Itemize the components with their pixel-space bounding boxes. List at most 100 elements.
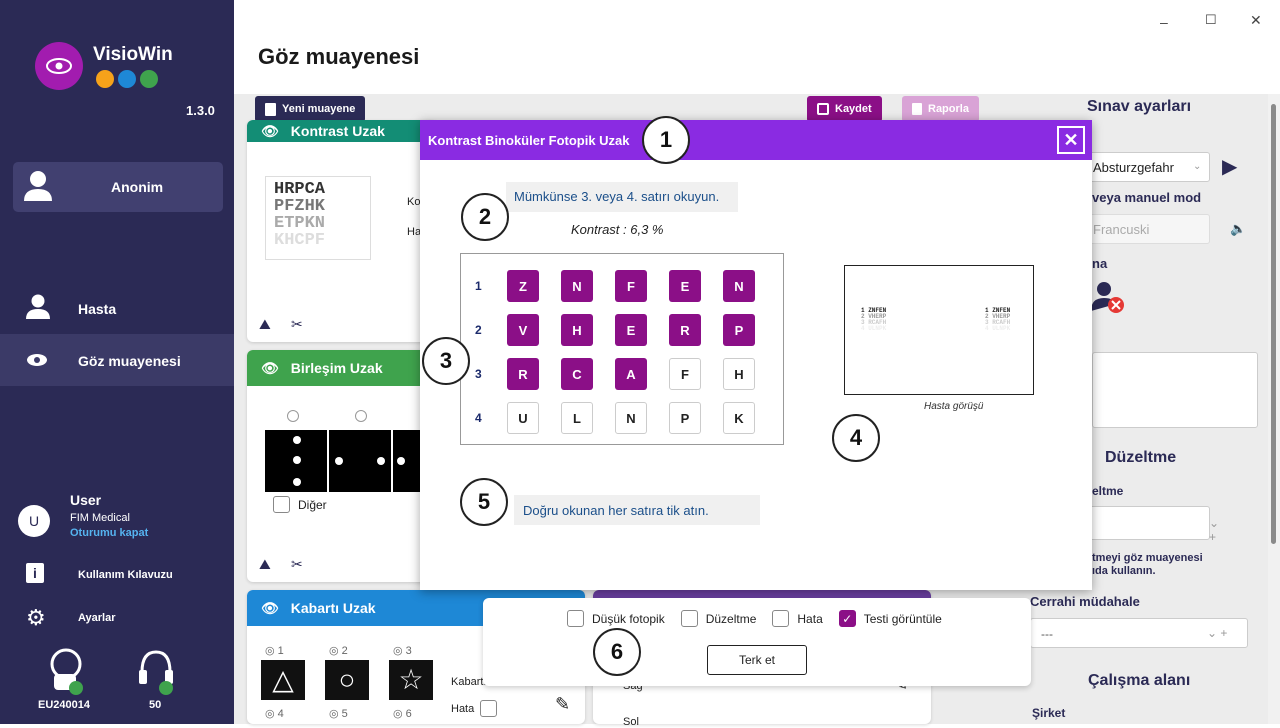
glasses-off-icon[interactable]: ✂: [291, 316, 303, 333]
maximize-button[interactable]: ☐: [1205, 12, 1217, 28]
low-photopic-checkbox[interactable]: [567, 610, 584, 627]
settings-link[interactable]: Ayarlar: [78, 612, 116, 624]
letter-cell[interactable]: L: [561, 402, 593, 434]
row-number: 3: [475, 367, 482, 381]
letter-cell[interactable]: E: [615, 314, 647, 346]
company-label: Şirket: [1032, 706, 1066, 720]
notes-textarea[interactable]: [1092, 352, 1258, 428]
report-button[interactable]: Raporla: [902, 96, 979, 122]
letter-cell[interactable]: K: [723, 402, 755, 434]
fusion-dots-image: [329, 430, 391, 492]
letter-cell[interactable]: F: [669, 358, 701, 390]
letter-row: 4 ULNPK: [475, 402, 755, 434]
other-checkbox[interactable]: [273, 496, 290, 513]
letter-cell[interactable]: N: [723, 270, 755, 302]
sidebar-item-label: Göz muayenesi: [78, 353, 181, 369]
logout-link[interactable]: Oturumu kapat: [70, 527, 148, 539]
relief-option[interactable]: ◎ 5: [329, 707, 348, 720]
chart-row: HRPCA: [274, 180, 326, 199]
workspace-title: Çalışma alanı: [1088, 672, 1191, 689]
error-checkbox[interactable]: [772, 610, 790, 627]
card-label: Ha: [407, 226, 422, 238]
correction-note: tmeyi göz muayenesi ıda kullanın.: [1092, 552, 1203, 577]
radio-option[interactable]: [287, 410, 299, 422]
error-checkbox[interactable]: [480, 700, 498, 717]
page-title: Göz muayenesi: [258, 44, 420, 69]
letter-cell[interactable]: V: [507, 314, 539, 346]
options-panel: Düşük fotopik Düzeltme Hata ✓ Testi görün…: [483, 598, 1031, 686]
correction-checkbox[interactable]: [680, 610, 698, 627]
fusion-card: 👁 Birleşim Uzak Diğer ⛰ ✂: [247, 350, 437, 582]
user-avatar[interactable]: U: [18, 505, 50, 537]
patient-selector[interactable]: Anonim: [13, 162, 223, 212]
letter-cell[interactable]: F: [615, 270, 647, 302]
relief-option[interactable]: ◎ 2: [329, 644, 348, 657]
save-button[interactable]: Kaydet: [807, 96, 882, 122]
show-test-checkbox[interactable]: ✓: [838, 610, 856, 627]
info-icon: i: [26, 563, 44, 583]
letter-row: 3 RCAFH: [475, 358, 755, 390]
scrollbar[interactable]: [1268, 94, 1280, 724]
letter-cell[interactable]: R: [669, 314, 701, 346]
settings-title: Sınav ayarları: [1087, 98, 1192, 115]
dialog-close-button[interactable]: ✕: [1057, 126, 1085, 154]
patient-view-preview: 1 ZNFEN 2 VHERP 3 RCAFH 4 ULNPK 1 ZNFEN …: [844, 265, 1034, 395]
sidebar: VisioWin 1.3.0 Anonim Hasta Göz muayenes…: [0, 0, 234, 724]
sidebar-item-eye-exam[interactable]: Göz muayenesi: [0, 334, 234, 386]
left-label: Sol: [623, 716, 639, 728]
letter-cell[interactable]: Z: [507, 270, 539, 302]
person-icon: [24, 171, 52, 201]
lung-icon: [140, 70, 158, 88]
letter-cell[interactable]: C: [561, 358, 593, 390]
chart-row: ETPKN: [274, 214, 326, 233]
letter-cell[interactable]: N: [615, 402, 647, 434]
marker-3: 3: [422, 337, 470, 385]
error-option[interactable]: Hata: [451, 700, 498, 717]
quit-button[interactable]: Terk et: [707, 645, 807, 675]
correction-title: Düzeltme: [1105, 449, 1177, 466]
other-option[interactable]: Diğer: [273, 496, 327, 513]
letter-cell[interactable]: U: [507, 402, 539, 434]
letter-cell[interactable]: H: [723, 358, 755, 390]
manual-link[interactable]: Kullanım Kılavuzu: [78, 569, 173, 581]
relief-option[interactable]: ◎ 4: [265, 707, 284, 720]
close-window-button[interactable]: ✕: [1250, 12, 1262, 29]
test-dialog: Kontrast Binoküler Fotopik Uzak ✕ Mümkün…: [420, 120, 1092, 590]
pencil-icon[interactable]: ✎: [555, 694, 570, 715]
ear-icon: [96, 70, 114, 88]
minimize-button[interactable]: –: [1160, 14, 1168, 30]
circle-icon: ○: [325, 660, 369, 700]
low-photopic-option[interactable]: Düşük fotopik: [567, 610, 665, 627]
letter-cell[interactable]: N: [561, 270, 593, 302]
audiometer-headphones-icon: [139, 650, 173, 695]
panel-label: na: [1092, 256, 1108, 271]
mountain-icon[interactable]: ⛰: [259, 556, 271, 573]
surgery-select[interactable]: --- ⌄ +: [1030, 618, 1248, 648]
glasses-off-icon[interactable]: ✂: [291, 556, 303, 573]
letter-cell[interactable]: A: [615, 358, 647, 390]
mountain-icon[interactable]: ⛰: [259, 316, 271, 333]
show-test-option[interactable]: ✓ Testi görüntüle: [838, 610, 942, 627]
radio-option[interactable]: [355, 410, 367, 422]
error-option[interactable]: Hata: [772, 610, 823, 627]
letter-cell[interactable]: H: [561, 314, 593, 346]
correction-option[interactable]: Düzeltme: [680, 610, 756, 627]
card-title: Kabartı Uzak: [290, 600, 376, 616]
letter-cell[interactable]: P: [723, 314, 755, 346]
letter-cell[interactable]: R: [507, 358, 539, 390]
relief-option[interactable]: ◎ 6: [393, 707, 412, 720]
relief-option[interactable]: ◎ 3: [393, 644, 412, 657]
contrast-chart-preview: HRPCA PFZHK ETPKN KHCPF: [265, 176, 371, 260]
speaker-icon[interactable]: 🔈: [1230, 221, 1246, 237]
relief-option[interactable]: ◎ 1: [265, 644, 284, 657]
sidebar-item-patient[interactable]: Hasta: [0, 282, 234, 334]
surgery-title: Cerrahi müdahale: [1030, 594, 1140, 609]
play-icon[interactable]: ▶: [1222, 154, 1237, 179]
device-label: 50: [149, 699, 162, 711]
new-exam-button[interactable]: Yeni muayene: [255, 96, 366, 122]
letter-cell[interactable]: E: [669, 270, 701, 302]
dialog-title: Kontrast Binoküler Fotopik Uzak: [428, 133, 630, 148]
letter-cell[interactable]: P: [669, 402, 701, 434]
letter-grid: 1ZNFEN2VHERP3RCAFH4ULNPK: [460, 253, 784, 445]
gear-icon: ⚙: [26, 605, 46, 630]
